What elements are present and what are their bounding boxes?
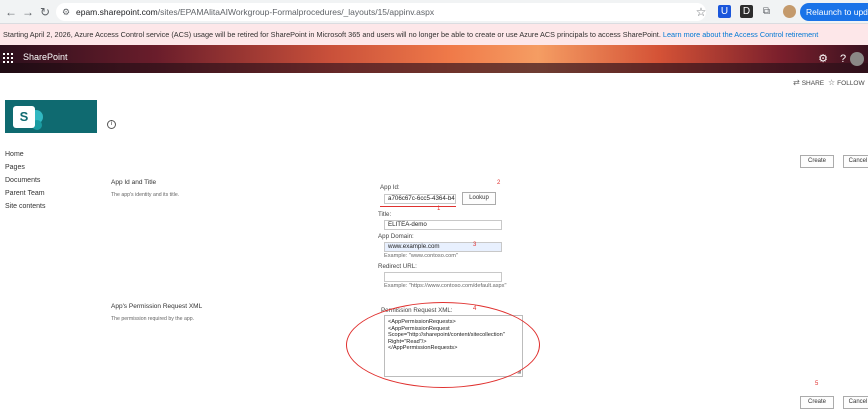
acs-retirement-notice: Starting April 2, 2026, Azure Access Con… [0, 24, 868, 45]
nav-item-pages[interactable]: Pages [5, 163, 45, 176]
lookup-button[interactable]: Lookup [462, 192, 496, 205]
browser-toolbar: ← → ↻ ⚙ epam.sharepoint.com/sites/EPAMAl… [0, 0, 868, 24]
site-logo[interactable]: S [5, 100, 97, 133]
share-icon: ⇄ [793, 78, 800, 87]
app-id-label: App Id: [380, 184, 400, 191]
share-label: SHARE [801, 80, 825, 87]
follow-action[interactable]: ☆ FOLLOW [828, 78, 865, 87]
url-host: epam.sharepoint.com [76, 7, 158, 17]
annotation-3: 3 [473, 242, 477, 248]
nav-item-parent-team[interactable]: Parent Team [5, 189, 45, 202]
sharepoint-brand[interactable]: SharePoint [23, 52, 68, 62]
site-info-icon[interactable]: i [107, 120, 116, 129]
app-domain-hint: Example: "www.contoso.com" [384, 253, 458, 259]
site-info-icon[interactable]: ⚙ [62, 3, 70, 21]
annotation-5: 5 [815, 381, 819, 387]
app-id-annotation-underline [380, 206, 456, 207]
left-navigation: Home Pages Documents Parent Team Site co… [5, 150, 45, 215]
app-domain-label: App Domain: [378, 233, 414, 240]
cancel-button-top[interactable]: Cancel [843, 155, 868, 168]
suite-bar-background-image [0, 63, 868, 73]
extensions-puzzle-icon[interactable]: ⧉ [760, 5, 773, 18]
bookmark-star-icon[interactable]: ☆ [693, 4, 709, 20]
notice-text: Starting April 2, 2026, Azure Access Con… [3, 30, 661, 39]
nav-item-site-contents[interactable]: Site contents [5, 202, 45, 215]
section-app-heading: App Id and Title [111, 179, 157, 186]
annotation-2: 2 [497, 180, 501, 186]
settings-gear-icon[interactable]: ⚙ [816, 52, 830, 66]
cancel-button-bottom[interactable]: Cancel [843, 396, 868, 409]
back-icon[interactable]: ← [3, 4, 19, 20]
title-label: Title: [378, 211, 392, 218]
section-app-description: The app's identity and its title. [111, 192, 180, 198]
nav-item-documents[interactable]: Documents [5, 176, 45, 189]
title-input[interactable]: ELITEA-demo [384, 220, 502, 230]
redirect-url-input[interactable] [384, 272, 502, 282]
nav-item-home[interactable]: Home [5, 150, 45, 163]
section-perm-description: The permission required by the app. [111, 316, 195, 322]
redirect-url-hint: Example: "https://www.contoso.com/defaul… [384, 283, 507, 289]
help-icon[interactable]: ? [836, 52, 850, 66]
extension-u-icon[interactable]: U [718, 5, 731, 18]
app-domain-input[interactable]: www.example.com [384, 242, 502, 252]
reload-icon[interactable]: ↻ [37, 4, 53, 20]
create-button-bottom[interactable]: Create [800, 396, 834, 409]
share-action[interactable]: ⇄ SHARE [793, 78, 824, 87]
create-button-top[interactable]: Create [800, 155, 834, 168]
permission-xml-annotation-ellipse [346, 302, 540, 388]
relaunch-button[interactable]: Relaunch to update [800, 3, 868, 21]
follow-label: FOLLOW [837, 80, 865, 87]
url-path: /sites/EPAMAlitaAIWorkgroup-Formalproced… [157, 7, 435, 17]
profile-avatar-icon[interactable] [783, 5, 796, 18]
logo-letter: S [13, 106, 35, 128]
notice-learn-more-link[interactable]: Learn more about the Access Control reti… [663, 30, 818, 39]
sharepoint-suite-bar: SharePoint ⚙ ? [0, 45, 868, 73]
follow-star-icon: ☆ [828, 78, 836, 87]
extension-d-icon[interactable]: D [740, 5, 753, 18]
address-bar[interactable]: ⚙ epam.sharepoint.com/sites/EPAMAlitaAIW… [56, 3, 706, 21]
user-avatar[interactable] [850, 52, 864, 66]
section-perm-heading: App's Permission Request XML [111, 303, 203, 310]
annotation-1: 1 [437, 206, 441, 212]
app-launcher-icon[interactable] [3, 53, 13, 63]
app-id-input[interactable]: a706c67c-6cc5-4364-b4 [384, 194, 456, 204]
redirect-url-label: Redirect URL: [378, 263, 417, 270]
forward-icon[interactable]: → [20, 4, 36, 20]
